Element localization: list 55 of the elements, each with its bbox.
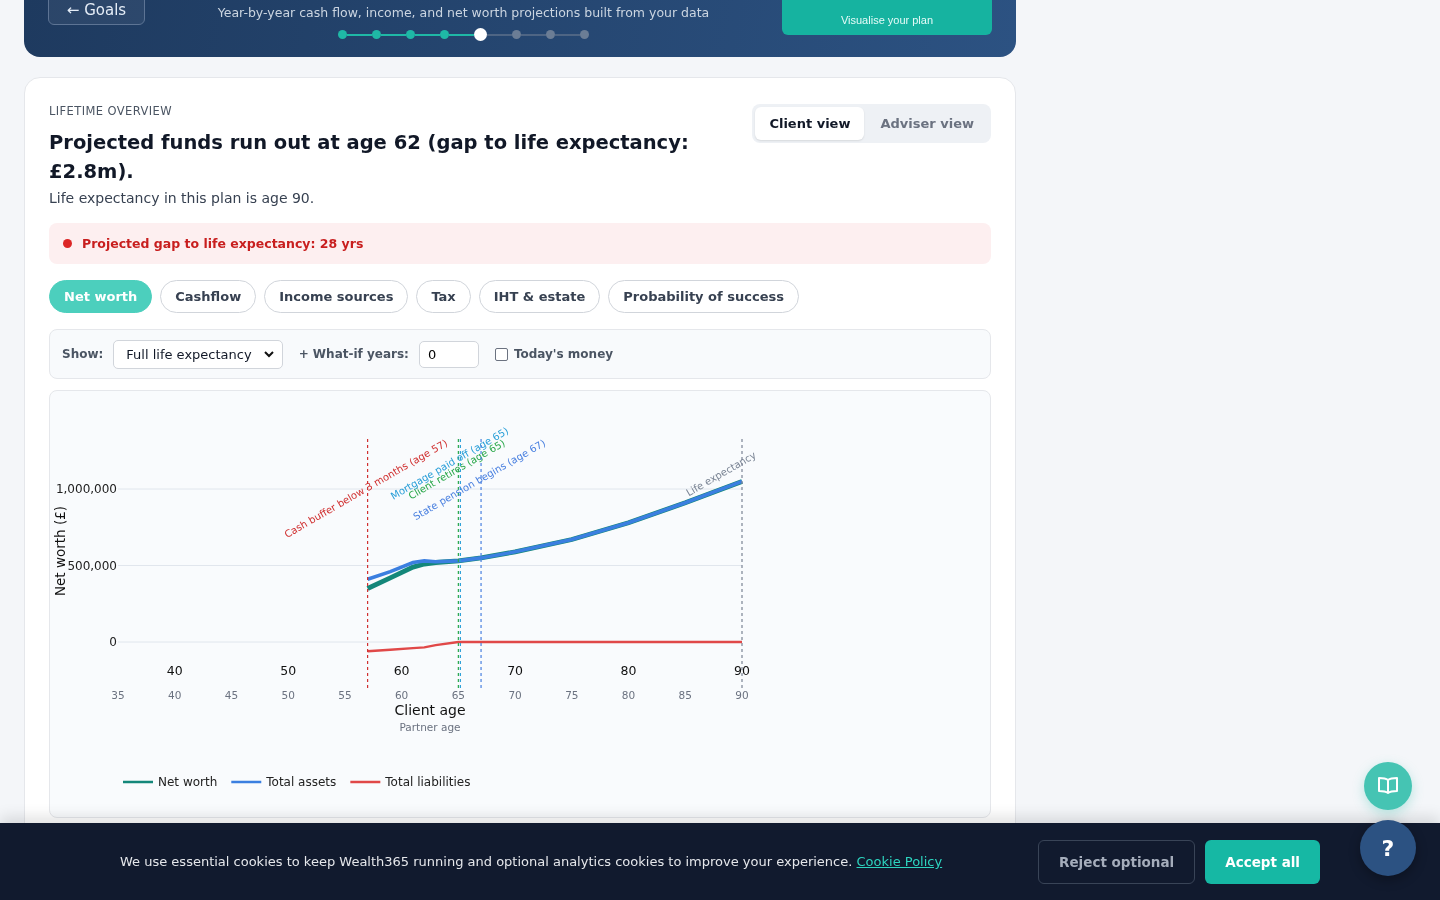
chart-tab[interactable]: Income sources [264,280,409,313]
show-select[interactable]: Full life expectancy [113,339,283,369]
partner-tick-label: 40 [168,689,182,701]
book-icon [1377,776,1399,796]
x-tick-label: 60 [393,663,410,678]
alert-dot-icon [63,239,72,248]
y-tick-label: 1,000,000 [55,482,117,497]
partner-tick-label: 65 [451,689,466,701]
partner-tick-label: 70 [508,689,522,701]
todays-money-checkbox[interactable]: Today's money [494,347,614,361]
partner-tick-label: 50 [281,689,295,701]
chevron-down-icon [263,350,274,358]
alert-text: Projected gap to life expectancy: 28 yrs [82,236,364,251]
cookie-notice: We use essential cookies to keep Wealth365 running and optional analytics cookies to improve your experience. Cookie Policy [120,854,944,869]
goals-back-button[interactable]: ← Goals [48,0,145,25]
what-if-years-input[interactable]: 0 [418,340,479,368]
x-tick-label: 70 [507,663,524,678]
partner-tick-label: 85 [678,689,692,701]
what-if-label: + What-if years: [298,347,409,361]
legend-item[interactable]: Total assets [231,775,337,789]
view-toggle-option[interactable]: Adviser view [866,107,988,140]
reject-button[interactable]: Reject optional [1038,839,1196,884]
partner-axis-title: Partner age [399,721,461,733]
legend-item[interactable]: Total liabilities [350,775,471,789]
chart-tab[interactable]: Tax [416,280,471,313]
x-tick-label: 40 [166,663,183,678]
chart-tab[interactable]: IHT & estate [478,280,601,313]
y-axis-title: Net worth (£) [52,505,68,597]
partner-tick-label: 60 [394,689,409,701]
headline: Projected funds run out at age 62 (gap to life expectancy: £2.8m). [49,130,690,185]
legend-label: Net worth [158,775,218,789]
legend-label: Total liabilities [384,775,471,789]
chart-tab[interactable]: Probability of success [608,280,799,313]
life-expectancy-note: Life expectancy in this plan is age 90. [49,190,316,206]
banner-subtitle: Year-by-year cash flow, income, and net worth projections built from your data [217,5,710,20]
x-tick-label: 90 [734,663,750,678]
partner-tick-label: 75 [565,689,579,701]
chart-tab[interactable]: Cashflow [160,280,257,313]
legend-label: Total assets [265,775,337,789]
y-tick-label: 0 [109,635,117,650]
partner-tick-label: 35 [111,689,125,701]
partner-tick-label: 90 [735,689,749,701]
cookie-policy-link[interactable]: Cookie Policy [856,854,943,869]
partner-tick-label: 45 [224,689,239,701]
partner-tick-label: 80 [621,689,636,701]
legend-item[interactable]: Net worth [123,775,218,789]
guide-button[interactable] [1364,762,1412,810]
section-eyebrow: LIFETIME OVERVIEW [49,104,173,118]
partner-tick-label: 55 [338,689,352,701]
y-tick-label: 500,000 [67,558,117,573]
show-label: Show: [62,347,104,361]
x-tick-label: 50 [280,663,297,678]
x-axis-title: Client age [394,702,466,718]
view-toggle-option[interactable]: Client view [755,107,865,140]
x-tick-label: 80 [620,663,637,678]
